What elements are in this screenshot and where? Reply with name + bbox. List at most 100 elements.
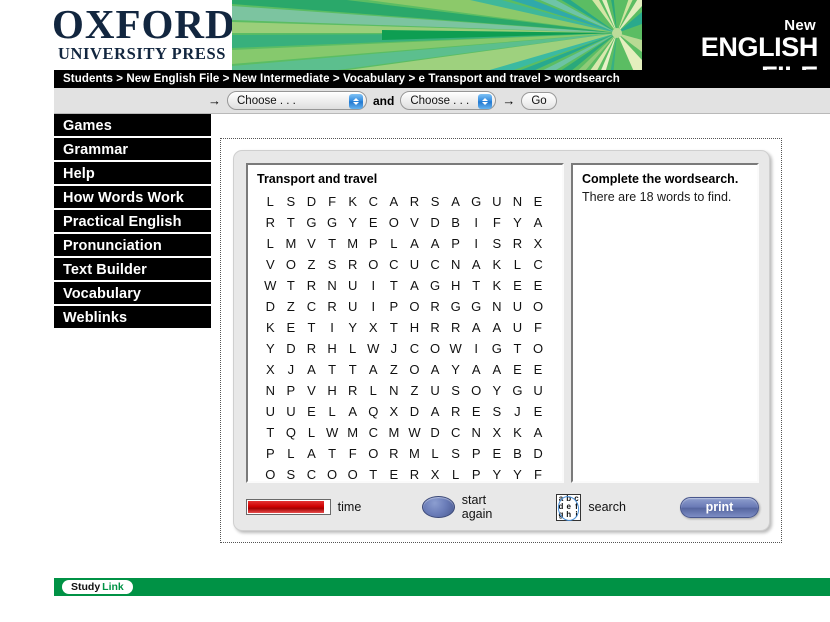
wordsearch-cell[interactable]: F	[487, 213, 508, 232]
wordsearch-cell[interactable]: S	[445, 444, 466, 463]
search-grid-icon[interactable]: abcdefghi	[555, 493, 582, 523]
wordsearch-cell[interactable]: P	[363, 234, 384, 253]
wordsearch-cell[interactable]: C	[445, 423, 466, 442]
wordsearch-cell[interactable]: T	[384, 318, 405, 337]
chevron-updown-icon-1[interactable]	[349, 93, 363, 109]
wordsearch-grid-panel[interactable]: Transport and travel LSDFKCARSAGUNERTGGY…	[246, 163, 564, 483]
wordsearch-cell[interactable]: S	[425, 192, 446, 211]
wordsearch-cell[interactable]: Y	[260, 339, 281, 358]
wordsearch-cell[interactable]: H	[404, 318, 425, 337]
wordsearch-cell[interactable]: A	[466, 255, 487, 274]
wordsearch-cell[interactable]: E	[528, 276, 549, 295]
wordsearch-cell[interactable]: I	[322, 318, 343, 337]
wordsearch-cell[interactable]: R	[260, 213, 281, 232]
wordsearch-cell[interactable]: C	[528, 255, 549, 274]
wordsearch-cell[interactable]: V	[301, 381, 322, 400]
wordsearch-cell[interactable]: A	[404, 276, 425, 295]
wordsearch-cell[interactable]: S	[487, 402, 508, 421]
wordsearch-cell[interactable]: T	[322, 360, 343, 379]
wordsearch-cell[interactable]: R	[342, 381, 363, 400]
wordsearch-cell[interactable]: L	[260, 234, 281, 253]
wordsearch-cell[interactable]: Z	[384, 360, 405, 379]
wordsearch-cell[interactable]: A	[363, 360, 384, 379]
wordsearch-cell[interactable]: G	[301, 213, 322, 232]
wordsearch-cell[interactable]: V	[404, 213, 425, 232]
wordsearch-cell[interactable]: T	[342, 360, 363, 379]
wordsearch-cell[interactable]: O	[528, 297, 549, 316]
wordsearch-cell[interactable]: F	[322, 192, 343, 211]
wordsearch-cell[interactable]: I	[466, 213, 487, 232]
wordsearch-cell[interactable]: L	[301, 423, 322, 442]
level-select[interactable]: Choose . . .	[227, 91, 367, 110]
wordsearch-cell[interactable]: H	[322, 339, 343, 358]
wordsearch-cell[interactable]: X	[528, 234, 549, 253]
wordsearch-cell[interactable]: C	[363, 192, 384, 211]
wordsearch-cell[interactable]: R	[507, 234, 528, 253]
wordsearch-cell[interactable]: R	[425, 297, 446, 316]
wordsearch-cell[interactable]: W	[404, 423, 425, 442]
wordsearch-cell[interactable]: M	[384, 423, 405, 442]
sidebar-item-pronunciation[interactable]: Pronunciation	[54, 234, 211, 258]
wordsearch-cell[interactable]: L	[384, 234, 405, 253]
wordsearch-cell[interactable]: V	[260, 255, 281, 274]
wordsearch-cell[interactable]: N	[322, 276, 343, 295]
wordsearch-cell[interactable]: G	[466, 192, 487, 211]
wordsearch-cell[interactable]: N	[384, 381, 405, 400]
wordsearch-cell[interactable]: R	[384, 444, 405, 463]
wordsearch-cell[interactable]: B	[507, 444, 528, 463]
sidebar-item-games[interactable]: Games	[54, 114, 211, 138]
wordsearch-cell[interactable]: K	[260, 318, 281, 337]
wordsearch-cell[interactable]: K	[487, 255, 508, 274]
wordsearch-cell[interactable]: Y	[507, 213, 528, 232]
wordsearch-cell[interactable]: D	[404, 402, 425, 421]
wordsearch-cell[interactable]: A	[404, 234, 425, 253]
wordsearch-cell[interactable]: A	[425, 234, 446, 253]
wordsearch-cell[interactable]: G	[466, 297, 487, 316]
wordsearch-cell[interactable]: W	[363, 339, 384, 358]
wordsearch-cell[interactable]: F	[528, 465, 549, 484]
wordsearch-cell[interactable]: P	[466, 444, 487, 463]
wordsearch-cell[interactable]: P	[445, 234, 466, 253]
wordsearch-cell[interactable]: X	[487, 423, 508, 442]
wordsearch-cell[interactable]: Z	[404, 381, 425, 400]
wordsearch-cell[interactable]: U	[507, 318, 528, 337]
wordsearch-cell[interactable]: G	[445, 297, 466, 316]
wordsearch-cell[interactable]: T	[384, 276, 405, 295]
wordsearch-cell[interactable]: L	[507, 255, 528, 274]
wordsearch-cell[interactable]: U	[507, 297, 528, 316]
wordsearch-cell[interactable]: A	[301, 444, 322, 463]
wordsearch-cell[interactable]: E	[384, 465, 405, 484]
wordsearch-cell[interactable]: G	[322, 213, 343, 232]
wordsearch-cell[interactable]: A	[487, 318, 508, 337]
wordsearch-cell[interactable]: M	[342, 423, 363, 442]
wordsearch-cell[interactable]: A	[384, 192, 405, 211]
wordsearch-cell[interactable]: N	[260, 381, 281, 400]
wordsearch-cell[interactable]: A	[466, 360, 487, 379]
wordsearch-cell[interactable]: X	[260, 360, 281, 379]
wordsearch-cell[interactable]: T	[281, 213, 302, 232]
chevron-updown-icon-2[interactable]	[478, 93, 493, 109]
studylink-logo[interactable]: Study Link	[62, 580, 133, 594]
wordsearch-cell[interactable]: R	[342, 255, 363, 274]
wordsearch-cell[interactable]: A	[528, 213, 549, 232]
wordsearch-cell[interactable]: K	[507, 423, 528, 442]
wordsearch-cell[interactable]: R	[301, 339, 322, 358]
wordsearch-cell[interactable]: W	[322, 423, 343, 442]
wordsearch-cell[interactable]: L	[281, 444, 302, 463]
wordsearch-cell[interactable]: A	[487, 360, 508, 379]
wordsearch-cell[interactable]: K	[342, 192, 363, 211]
wordsearch-cell[interactable]: J	[281, 360, 302, 379]
wordsearch-cell[interactable]: F	[528, 318, 549, 337]
wordsearch-cell[interactable]: E	[363, 213, 384, 232]
wordsearch-cell[interactable]: O	[528, 339, 549, 358]
wordsearch-cell[interactable]: L	[425, 444, 446, 463]
wordsearch-cell[interactable]: O	[404, 360, 425, 379]
wordsearch-cell[interactable]: O	[260, 465, 281, 484]
wordsearch-cell[interactable]: D	[528, 444, 549, 463]
wordsearch-cell[interactable]: G	[487, 339, 508, 358]
wordsearch-cell[interactable]: F	[342, 444, 363, 463]
wordsearch-cell[interactable]: P	[281, 381, 302, 400]
wordsearch-cell[interactable]: P	[260, 444, 281, 463]
wordsearch-cell[interactable]: Y	[342, 318, 363, 337]
wordsearch-cell[interactable]: T	[322, 444, 343, 463]
